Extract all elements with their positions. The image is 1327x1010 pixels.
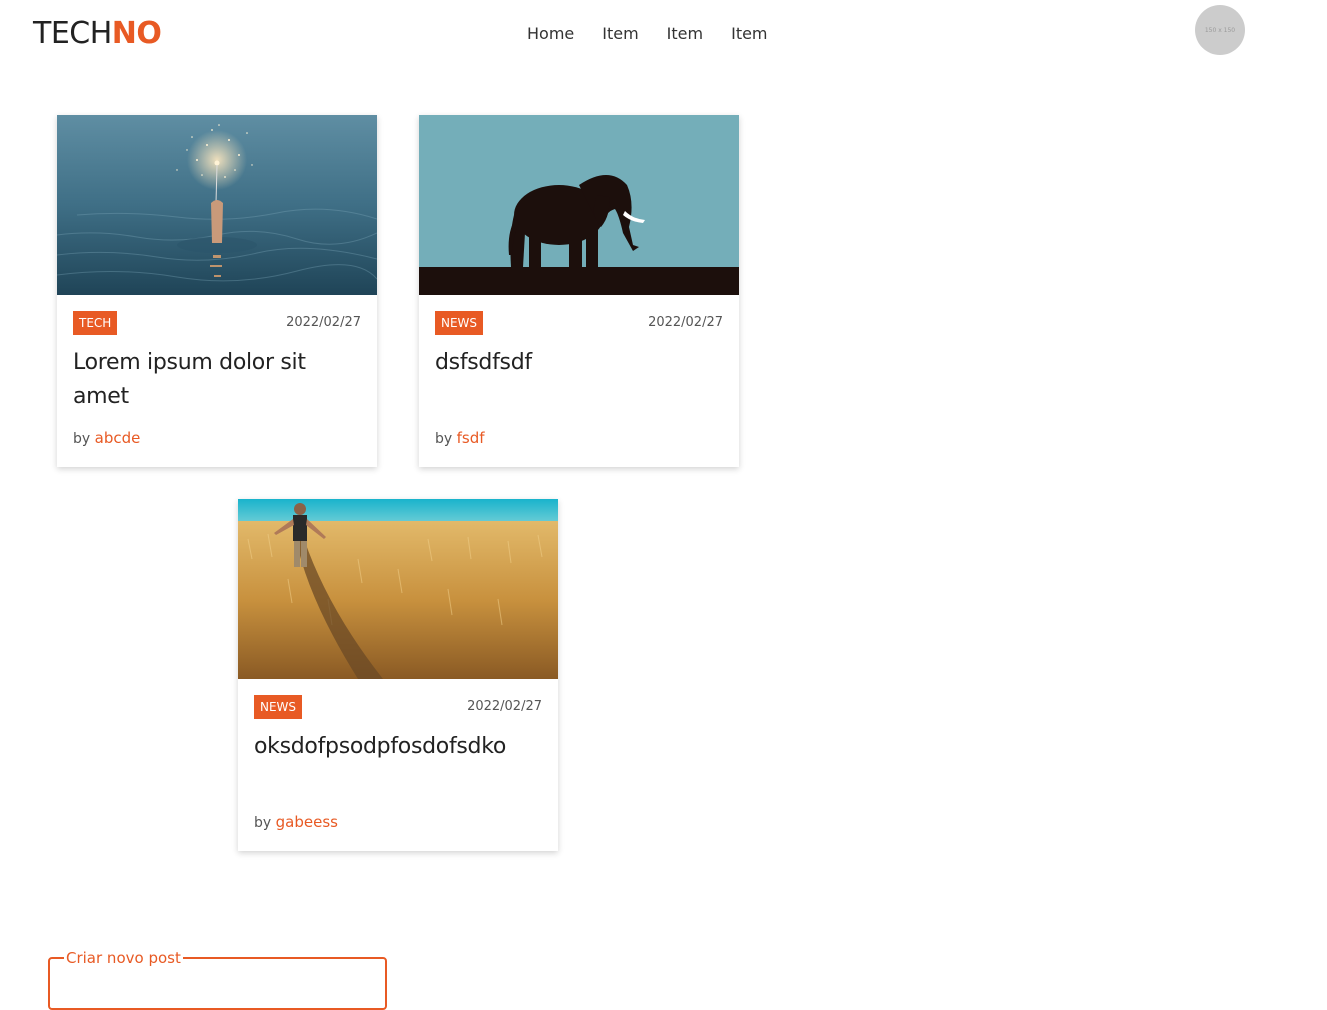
post-title[interactable]: dsfsdfsdf [435,346,727,380]
post-date: 2022/02/27 [648,315,723,330]
category-badge[interactable]: NEWS [254,695,303,719]
post-image-wheat-field [238,499,558,679]
new-post-form: Criar novo post [48,950,387,1010]
post-author-link[interactable]: abcde [95,429,141,447]
new-post-legend: Criar novo post [66,949,181,967]
nav-item-home[interactable]: Home [527,22,574,46]
nav-item-2[interactable]: Item [667,22,703,46]
post-card[interactable]: TECH 2022/02/27 Lorem ipsum dolor sit am… [57,115,377,467]
logo-text-no: NO [111,16,162,51]
post-card[interactable]: NEWS 2022/02/27 oksdofpsodpfosdofsdko by… [238,499,558,851]
site-logo[interactable]: TECHNO [33,14,162,54]
post-byline: by gabeess [254,811,338,834]
post-date: 2022/02/27 [467,699,542,714]
post-image-elephant [419,115,739,295]
post-byline: by fsdf [435,427,485,450]
post-title[interactable]: Lorem ipsum dolor sit amet [73,346,365,414]
byline-prefix: by [435,431,453,447]
nav-item-3[interactable]: Item [731,22,767,46]
post-byline: by abcde [73,427,140,450]
post-image-sparkler [57,115,377,295]
nav-item-1[interactable]: Item [602,22,638,46]
post-meta: TECH 2022/02/27 [73,311,361,335]
byline-prefix: by [254,815,272,831]
category-badge[interactable]: TECH [73,311,118,335]
byline-prefix: by [73,431,91,447]
user-avatar[interactable]: 150 x 150 [1195,5,1245,55]
post-title[interactable]: oksdofpsodpfosdofsdko [254,730,546,764]
post-card[interactable]: NEWS 2022/02/27 dsfsdfsdf by fsdf [419,115,739,467]
post-meta: NEWS 2022/02/27 [254,695,542,719]
avatar-placeholder-text: 150 x 150 [1204,26,1236,34]
category-badge[interactable]: NEWS [435,311,484,335]
post-author-link[interactable]: fsdf [457,429,485,447]
post-date: 2022/02/27 [286,315,361,330]
logo-text-tech: TECH [33,16,112,51]
post-meta: NEWS 2022/02/27 [435,311,723,335]
main-nav: Home Item Item Item [527,22,796,46]
post-author-link[interactable]: gabeess [276,813,338,831]
